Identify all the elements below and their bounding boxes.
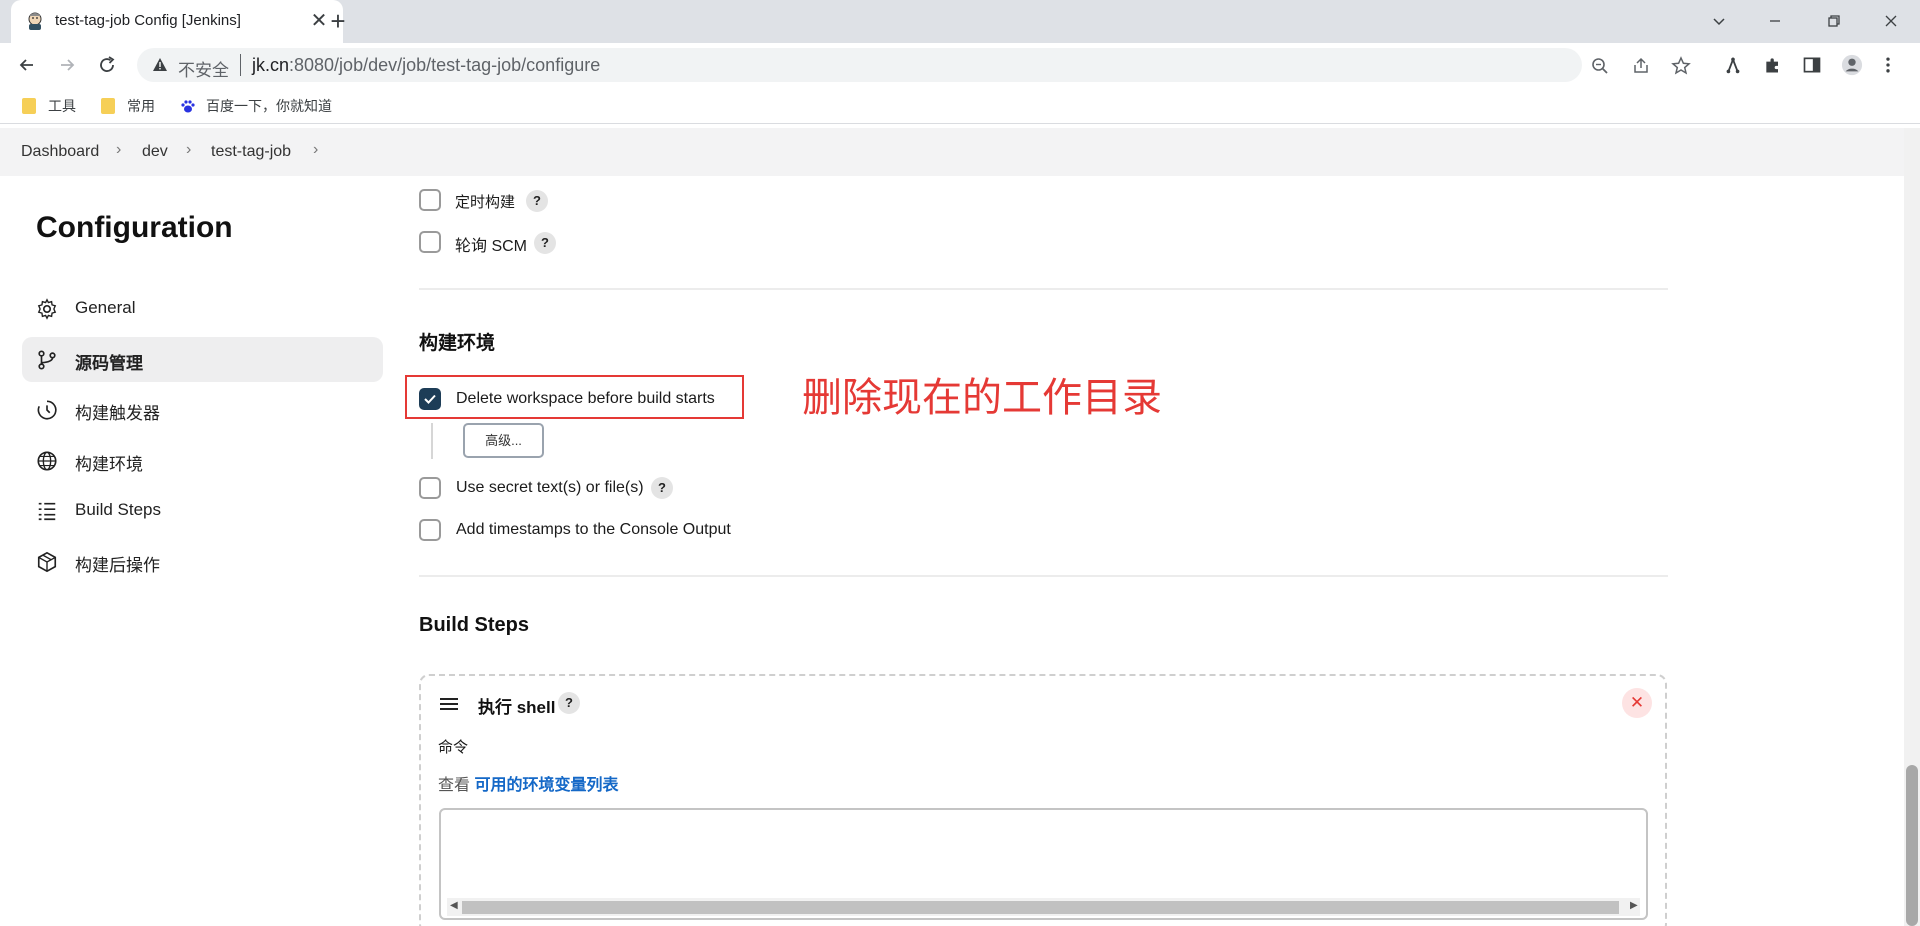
sidebar-item-label: Build Steps	[75, 500, 161, 519]
delete-step-button[interactable]: ✕	[1622, 688, 1652, 718]
env-vars-link[interactable]: 可用的环境变量列表	[474, 777, 618, 794]
sidebar-item-post-build[interactable]: 构建后操作	[22, 539, 383, 584]
annotation-text: 删除现在的工作目录	[802, 376, 1162, 420]
bookmark-star-icon[interactable]	[1671, 56, 1691, 76]
bookmark-label: 工具	[48, 98, 76, 114]
nested-indent-line	[431, 423, 433, 459]
browser-tab[interactable]: test-tag-job Config [Jenkins] ✕	[11, 0, 343, 43]
env-vars-line: 查看 可用的环境变量列表	[438, 771, 618, 795]
textarea-hscroll-thumb[interactable]	[462, 901, 1619, 914]
browser-tab-bar: test-tag-job Config [Jenkins] ✕ +	[0, 0, 1920, 43]
url-path: :8080/job/dev/job/test-tag-job/configure	[289, 55, 601, 75]
breadcrumb-test-tag-job[interactable]: test-tag-job	[211, 143, 291, 161]
zoom-icon[interactable]	[1590, 56, 1610, 76]
timed-build-checkbox[interactable]	[419, 189, 441, 211]
tab-title: test-tag-job Config [Jenkins]	[55, 12, 241, 29]
tab-search-chevron-icon[interactable]	[1696, 4, 1742, 38]
bookmark-label: 常用	[127, 98, 155, 114]
warning-triangle-icon[interactable]	[152, 57, 168, 73]
close-window-icon[interactable]	[1868, 4, 1914, 38]
address-separator	[240, 54, 241, 76]
box-icon	[37, 551, 57, 573]
sidebar-item-label: General	[75, 298, 136, 317]
bookmark-tools[interactable]: 工具	[22, 95, 76, 117]
folder-icon	[101, 98, 115, 114]
page-scrollbar-thumb[interactable]	[1906, 765, 1918, 926]
breadcrumb-dashboard[interactable]: Dashboard	[21, 143, 99, 161]
sidebar-item-triggers[interactable]: 构建触发器	[22, 387, 383, 432]
chevron-right-icon: ›	[116, 141, 122, 158]
profile-avatar-icon[interactable]	[1840, 53, 1864, 77]
build-step-title: 执行 shell	[478, 698, 556, 717]
sidebar-item-build-steps[interactable]: Build Steps	[22, 488, 383, 533]
not-secure-label[interactable]: 不安全	[178, 56, 229, 81]
sidebar-item-label: 构建后操作	[75, 556, 160, 575]
sidebar-item-label: 构建触发器	[75, 404, 160, 423]
jenkins-favicon-icon	[28, 12, 42, 30]
sidebar-item-label: 构建环境	[75, 455, 143, 474]
url-host: jk.cn	[252, 55, 290, 75]
back-arrow-icon[interactable]	[13, 51, 41, 79]
gear-icon	[37, 298, 57, 320]
help-icon[interactable]: ?	[526, 190, 548, 212]
share-icon[interactable]	[1631, 56, 1651, 76]
sidebar-item-scm[interactable]: 源码管理	[22, 337, 383, 382]
extensions-puzzle-icon[interactable]	[1761, 53, 1785, 77]
help-icon[interactable]: ?	[534, 232, 556, 254]
breadcrumb-dev[interactable]: dev	[142, 143, 168, 161]
scroll-right-arrow-icon[interactable]: ▶	[1630, 900, 1638, 911]
new-tab-button[interactable]: +	[324, 7, 352, 35]
url-text[interactable]: jk.cn:8080/job/dev/job/test-tag-job/conf…	[252, 55, 600, 76]
sidebar-item-build-env[interactable]: 构建环境	[22, 438, 383, 483]
advanced-button[interactable]: 高级...	[463, 423, 544, 458]
help-icon[interactable]: ?	[558, 692, 580, 714]
build-steps-title: Build Steps	[419, 614, 530, 636]
forward-arrow-icon[interactable]	[53, 51, 81, 79]
chevron-right-icon: ›	[186, 141, 192, 158]
address-bar[interactable]: 不安全 jk.cn:8080/job/dev/job/test-tag-job/…	[137, 48, 1691, 82]
scroll-left-arrow-icon[interactable]: ◀	[450, 900, 458, 911]
timed-build-label[interactable]: 定时构建	[455, 191, 515, 212]
poll-scm-label[interactable]: 轮询 SCM	[455, 232, 527, 256]
bookmarks-bar: 工具 常用 百度一下，你就知道	[0, 87, 1920, 124]
secret-checkbox[interactable]	[419, 477, 441, 499]
globe-icon	[37, 451, 57, 471]
reload-icon[interactable]	[93, 51, 121, 79]
list-icon	[38, 502, 56, 521]
help-icon[interactable]: ?	[651, 477, 673, 499]
clock-icon	[37, 400, 57, 420]
build-env-title: 构建环境	[419, 333, 496, 354]
poll-scm-checkbox[interactable]	[419, 231, 441, 253]
bookmark-common[interactable]: 常用	[101, 95, 155, 117]
restore-icon[interactable]	[1811, 4, 1857, 38]
page-title: Configuration	[36, 211, 233, 244]
side-panel-icon[interactable]	[1800, 53, 1824, 77]
bookmark-label: 百度一下，你就知道	[206, 98, 332, 114]
chevron-right-icon: ›	[313, 141, 319, 158]
section-divider	[419, 575, 1668, 577]
folder-icon	[22, 98, 36, 114]
delete-workspace-checkbox[interactable]	[419, 388, 441, 410]
timestamps-label[interactable]: Add timestamps to the Console Output	[456, 521, 731, 539]
extension-branch-icon[interactable]	[1721, 53, 1745, 77]
baidu-paw-icon	[181, 100, 195, 113]
section-divider	[419, 288, 1668, 290]
checkmark-icon	[424, 394, 436, 404]
bookmark-baidu[interactable]: 百度一下，你就知道	[180, 95, 332, 117]
secret-label[interactable]: Use secret text(s) or file(s)	[456, 479, 644, 497]
sidebar-item-label: 源码管理	[75, 354, 143, 373]
env-vars-prefix: 查看	[438, 777, 471, 794]
breadcrumb: Dashboard › dev › test-tag-job ›	[0, 128, 1904, 176]
delete-workspace-label[interactable]: Delete workspace before build starts	[456, 390, 715, 408]
browser-menu-icon[interactable]	[1876, 53, 1900, 77]
branch-icon	[38, 350, 56, 370]
command-label: 命令	[438, 739, 469, 756]
browser-toolbar: 不安全 jk.cn:8080/job/dev/job/test-tag-job/…	[0, 43, 1920, 87]
sidebar-item-general[interactable]: General	[22, 286, 383, 331]
minimize-icon[interactable]	[1752, 4, 1798, 38]
drag-handle-icon[interactable]	[439, 696, 459, 712]
timestamps-checkbox[interactable]	[419, 519, 441, 541]
